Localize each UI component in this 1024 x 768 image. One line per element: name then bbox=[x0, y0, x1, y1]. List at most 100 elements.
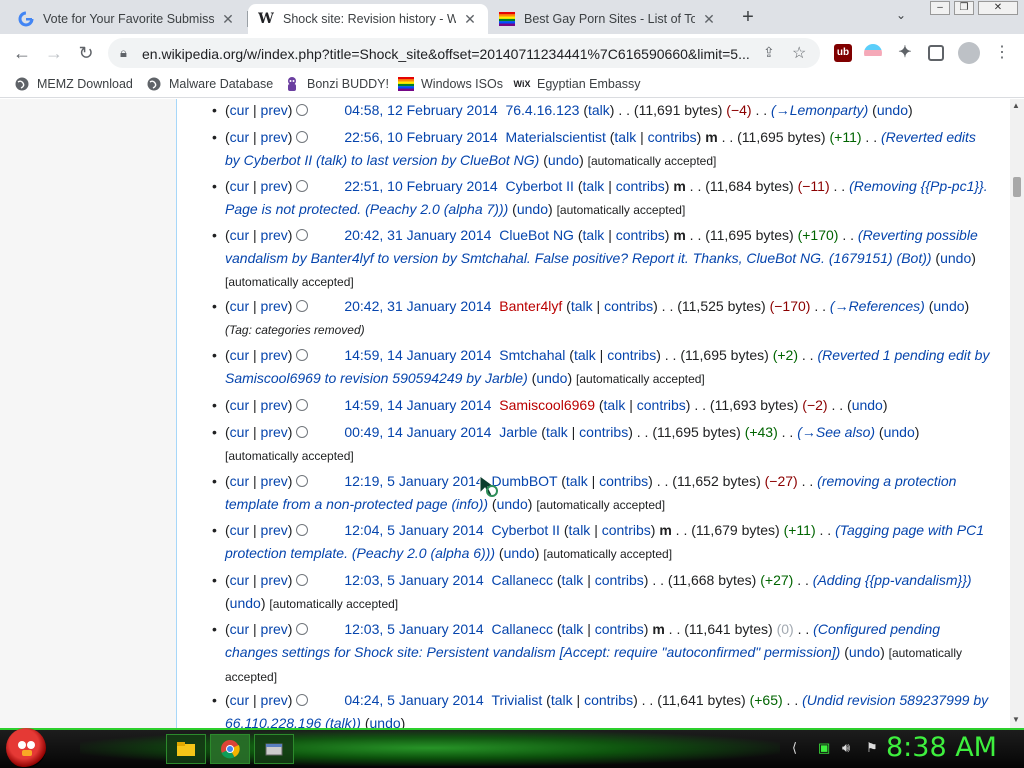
diff-radio[interactable] bbox=[296, 475, 309, 487]
user-talk-link[interactable]: talk bbox=[583, 178, 605, 194]
revision-date-link[interactable]: 20:42, 31 January 2014 bbox=[344, 298, 491, 314]
minimize-button[interactable]: – bbox=[930, 1, 950, 15]
prev-link[interactable]: prev bbox=[261, 347, 288, 363]
taskbar-chrome[interactable] bbox=[210, 734, 250, 764]
user-link[interactable]: Cyberbot II bbox=[505, 178, 573, 194]
user-contribs-link[interactable]: contribs bbox=[584, 692, 633, 708]
revision-date-link[interactable]: 14:59, 14 January 2014 bbox=[344, 347, 491, 363]
close-icon[interactable]: ✕ bbox=[701, 11, 717, 28]
user-talk-link[interactable]: talk bbox=[588, 102, 610, 118]
diff-radio[interactable] bbox=[296, 104, 309, 116]
revision-date-link[interactable]: 12:04, 5 January 2014 bbox=[344, 522, 483, 538]
revision-date-link[interactable]: 12:03, 5 January 2014 bbox=[344, 621, 483, 637]
diff-radio[interactable] bbox=[296, 229, 309, 241]
undo-link[interactable]: undo bbox=[849, 644, 880, 660]
user-link[interactable]: Materialscientist bbox=[505, 129, 605, 145]
menu-kebab-icon[interactable]: ⋮ bbox=[990, 42, 1014, 64]
bookmark-star-icon[interactable]: ☆ bbox=[792, 43, 806, 63]
diff-radio[interactable] bbox=[296, 300, 309, 312]
revision-date-link[interactable]: 00:49, 14 January 2014 bbox=[344, 424, 491, 440]
start-button-angry-bird-icon[interactable] bbox=[6, 728, 46, 768]
cur-link[interactable]: cur bbox=[230, 178, 249, 194]
maximize-button[interactable]: ❐ bbox=[954, 1, 974, 15]
bookmark-windows-isos[interactable]: Windows ISOs bbox=[398, 76, 503, 92]
user-talk-link[interactable]: talk bbox=[562, 621, 584, 637]
cur-link[interactable]: cur bbox=[230, 621, 249, 637]
user-contribs-link[interactable]: contribs bbox=[579, 424, 628, 440]
cur-link[interactable]: cur bbox=[230, 692, 249, 708]
revision-date-link[interactable]: 12:19, 5 January 2014 bbox=[344, 473, 483, 489]
user-talk-link[interactable]: talk bbox=[604, 397, 626, 413]
prev-link[interactable]: prev bbox=[261, 621, 288, 637]
bookmark-bonzi-buddy[interactable]: Bonzi BUDDY! bbox=[284, 76, 389, 92]
bookmark-memz[interactable]: MEMZ Download bbox=[14, 76, 133, 92]
undo-link[interactable]: undo bbox=[230, 595, 261, 611]
tray-chevron-icon[interactable]: ⟨ bbox=[792, 740, 797, 756]
user-talk-link[interactable]: talk bbox=[571, 298, 593, 314]
tab-vote[interactable]: Vote for Your Favorite Submissio ✕ bbox=[8, 4, 246, 34]
prev-link[interactable]: prev bbox=[261, 397, 288, 413]
user-link[interactable]: ClueBot NG bbox=[499, 227, 574, 243]
tray-flag-icon[interactable]: ⚑ bbox=[866, 740, 878, 756]
page-scrollbar[interactable]: ▲ ▼ bbox=[1010, 99, 1024, 728]
undo-link[interactable]: undo bbox=[536, 370, 567, 386]
diff-radio[interactable] bbox=[296, 524, 309, 536]
prev-link[interactable]: prev bbox=[261, 473, 288, 489]
diff-radio[interactable] bbox=[296, 349, 309, 361]
user-link[interactable]: Smtchahal bbox=[499, 347, 565, 363]
user-talk-link[interactable]: talk bbox=[566, 473, 588, 489]
cur-link[interactable]: cur bbox=[230, 129, 249, 145]
diff-radio[interactable] bbox=[296, 180, 309, 192]
undo-link[interactable]: undo bbox=[504, 545, 535, 561]
user-link[interactable]: Samiscool6969 bbox=[499, 397, 595, 413]
tab-porn-sites[interactable]: Best Gay Porn Sites - List of Top ( ✕ bbox=[489, 4, 727, 34]
cur-link[interactable]: cur bbox=[230, 102, 249, 118]
tab-search-icon[interactable]: ⌄ bbox=[896, 8, 906, 22]
bookmark-malware-database[interactable]: Malware Database bbox=[146, 76, 273, 92]
user-talk-link[interactable]: talk bbox=[551, 692, 573, 708]
undo-link[interactable]: undo bbox=[852, 397, 883, 413]
user-talk-link[interactable]: talk bbox=[546, 424, 568, 440]
user-talk-link[interactable]: talk bbox=[574, 347, 596, 363]
user-contribs-link[interactable]: contribs bbox=[595, 621, 644, 637]
user-contribs-link[interactable]: contribs bbox=[648, 129, 697, 145]
user-contribs-link[interactable]: contribs bbox=[602, 522, 651, 538]
diff-radio[interactable] bbox=[296, 131, 309, 143]
revision-date-link[interactable]: 22:51, 10 February 2014 bbox=[344, 178, 497, 194]
user-contribs-link[interactable]: contribs bbox=[616, 227, 665, 243]
user-talk-link[interactable]: talk bbox=[562, 572, 584, 588]
side-panel-icon[interactable] bbox=[928, 45, 944, 61]
back-button[interactable]: ← bbox=[10, 42, 34, 64]
cur-link[interactable]: cur bbox=[230, 424, 249, 440]
prev-link[interactable]: prev bbox=[261, 692, 288, 708]
cur-link[interactable]: cur bbox=[230, 227, 249, 243]
revision-date-link[interactable]: 12:03, 5 January 2014 bbox=[344, 572, 483, 588]
cur-link[interactable]: cur bbox=[230, 572, 249, 588]
new-tab-button[interactable]: + bbox=[737, 6, 759, 28]
extension-flag-icon[interactable] bbox=[864, 44, 882, 62]
revision-date-link[interactable]: 04:58, 12 February 2014 bbox=[344, 102, 497, 118]
user-contribs-link[interactable]: contribs bbox=[595, 572, 644, 588]
taskbar-clock[interactable]: 8:38 AM bbox=[886, 732, 997, 763]
prev-link[interactable]: prev bbox=[261, 102, 288, 118]
profile-avatar-icon[interactable] bbox=[958, 42, 980, 64]
user-link[interactable]: Callanecc bbox=[491, 621, 552, 637]
cur-link[interactable]: cur bbox=[230, 522, 249, 538]
prev-link[interactable]: prev bbox=[261, 424, 288, 440]
taskbar-file-explorer[interactable] bbox=[166, 734, 206, 764]
user-contribs-link[interactable]: contribs bbox=[637, 397, 686, 413]
user-contribs-link[interactable]: contribs bbox=[599, 473, 648, 489]
cur-link[interactable]: cur bbox=[230, 473, 249, 489]
undo-link[interactable]: undo bbox=[497, 496, 528, 512]
ublock-icon[interactable]: ub bbox=[834, 44, 852, 62]
prev-link[interactable]: prev bbox=[261, 572, 288, 588]
user-contribs-link[interactable]: contribs bbox=[607, 347, 656, 363]
diff-radio[interactable] bbox=[296, 574, 309, 586]
undo-link[interactable]: undo bbox=[548, 152, 579, 168]
reload-button[interactable]: ↻ bbox=[74, 42, 98, 64]
undo-link[interactable]: undo bbox=[877, 102, 908, 118]
share-icon[interactable]: ⇪ bbox=[763, 44, 775, 61]
user-link[interactable]: Trivialist bbox=[491, 692, 542, 708]
revision-date-link[interactable]: 20:42, 31 January 2014 bbox=[344, 227, 491, 243]
undo-link[interactable]: undo bbox=[884, 424, 915, 440]
